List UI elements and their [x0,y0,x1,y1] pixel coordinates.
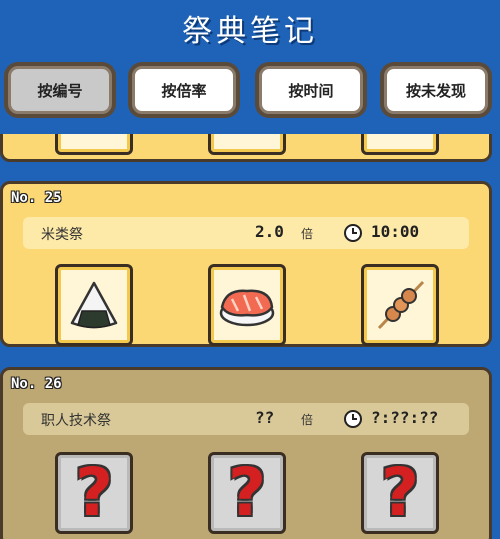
multiplier-value: ?? [255,408,275,427]
question-mark-icon: ? [74,454,114,531]
multiplier-value: 2.0 [255,222,284,241]
sort-by-multiplier-button[interactable]: 按倍率 [128,62,240,118]
sort-button-label: 按编号 [8,66,112,114]
sort-button-label: 按未发现 [384,66,488,114]
festival-time: 10:00 [371,222,420,241]
salmon-sushi-icon [219,289,275,327]
item-slot[interactable] [55,264,133,346]
item-slot[interactable] [361,264,439,346]
festival-card[interactable]: No. 26 职人技术祭 ?? 倍 ?:??:?? ? ? ? [0,367,492,539]
item-slot[interactable]: ? [361,452,439,534]
question-mark-icon: ? [380,454,420,531]
festival-info-bar: 职人技术祭 ?? 倍 ?:??:?? [23,403,469,435]
card-number: No. 26 [11,376,62,392]
sort-by-time-button[interactable]: 按时间 [255,62,367,118]
item-slot[interactable] [208,264,286,346]
multiplier-unit: 倍 [301,227,314,241]
clock-icon [344,410,362,428]
item-slot[interactable]: ? [208,452,286,534]
festival-name: 职人技术祭 [41,413,111,429]
sort-by-number-button[interactable]: 按编号 [4,62,116,118]
question-mark-icon: ? [227,454,267,531]
multiplier-unit: 倍 [301,413,314,427]
sort-bar-overlay: 按编号 按倍率 按时间 按未发现 [0,62,500,124]
festival-time: ?:??:?? [371,408,439,427]
festival-name: 米类祭 [41,227,83,243]
festival-card[interactable]: No. 25 米类祭 2.0 倍 10:00 [0,181,492,347]
page-title-overlay: 祭典笔记 [182,14,318,49]
card-number: No. 25 [11,190,62,206]
sort-by-undiscovered-button[interactable]: 按未发现 [380,62,492,118]
sort-button-label: 按时间 [259,66,363,114]
sort-button-label: 按倍率 [132,66,236,114]
rice-ball-icon [70,281,118,329]
festival-info-bar: 米类祭 2.0 倍 10:00 [23,217,469,249]
item-slot[interactable]: ? [55,452,133,534]
clock-icon [344,224,362,242]
dango-skewer-icon [377,280,425,330]
